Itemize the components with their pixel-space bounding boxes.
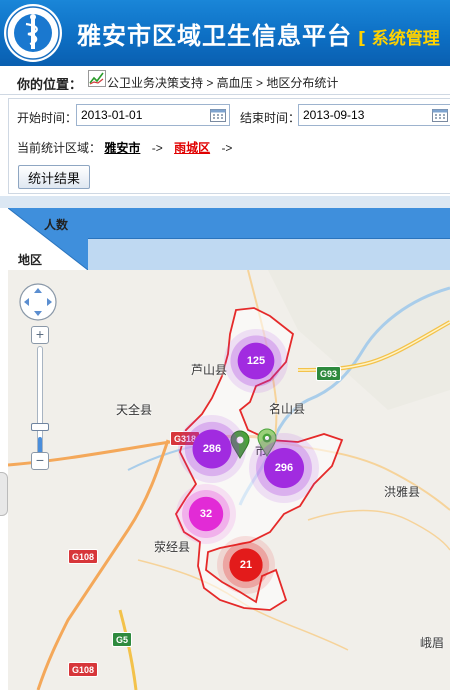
cluster-marker[interactable]: 32 bbox=[176, 484, 236, 544]
cluster-count: 125 bbox=[246, 355, 266, 367]
header-row-top bbox=[88, 208, 450, 239]
end-date-label: 结束时间： bbox=[240, 111, 301, 125]
place-lushan: 芦山县 bbox=[191, 363, 228, 377]
filter-panel: 开始时间： 结束时间： 当前统计区域： 雅安市 -> 雨城区 -> 统计结果 bbox=[8, 98, 450, 194]
region-path: 当前统计区域： 雅安市 -> 雨城区 -> bbox=[17, 139, 232, 156]
zoom-out-button[interactable]: − bbox=[31, 452, 49, 470]
road-g108-shield: G108 bbox=[68, 662, 99, 677]
region-label: 当前统计区域： bbox=[17, 141, 102, 155]
start-date-input[interactable] bbox=[76, 104, 230, 126]
cluster-count: 32 bbox=[199, 508, 213, 520]
header-region: 地区 bbox=[18, 253, 43, 267]
sidebar-toggle-handle[interactable] bbox=[0, 472, 8, 516]
start-date-label: 开始时间： bbox=[17, 111, 78, 125]
breadcrumb: 你的位置： 公卫业务决策支持 > 高血压 > 地区分布统计 bbox=[0, 66, 450, 95]
header-count: 人数 bbox=[44, 218, 69, 232]
cluster-count: 296 bbox=[274, 462, 294, 474]
map-base bbox=[8, 270, 450, 690]
cluster-marker[interactable]: 125 bbox=[224, 329, 288, 393]
chart-icon bbox=[88, 70, 106, 87]
cluster-marker[interactable]: 286 bbox=[178, 415, 246, 483]
divider bbox=[0, 196, 450, 208]
zoom-slider-thumb[interactable] bbox=[31, 423, 49, 432]
breadcrumb-path[interactable]: 公卫业务决策支持 > 高血压 > 地区分布统计 bbox=[107, 74, 338, 91]
pan-control[interactable] bbox=[18, 282, 58, 322]
table-corner-cell: 人数 地区 bbox=[8, 208, 88, 270]
system-admin-link[interactable]: [ 系统管理 bbox=[358, 24, 440, 49]
zoom-slider-track[interactable] bbox=[37, 346, 43, 464]
cluster-marker[interactable]: 21 bbox=[217, 536, 275, 594]
health-org-emblem-icon bbox=[4, 4, 62, 62]
road-g108-shield: G108 bbox=[68, 549, 99, 564]
road-g93-shield: G93 bbox=[316, 366, 342, 381]
cluster-count: 21 bbox=[239, 559, 253, 571]
place-mingshan: 名山县 bbox=[269, 402, 306, 416]
road-g5-shield: G5 bbox=[112, 632, 133, 647]
place-hongya: 洪雅县 bbox=[384, 485, 421, 499]
calendar-icon[interactable] bbox=[210, 108, 226, 122]
cluster-count: 286 bbox=[202, 443, 222, 455]
calendar-icon[interactable] bbox=[432, 108, 448, 122]
region-city-link[interactable]: 雅安市 bbox=[104, 141, 140, 155]
header-row-bottom bbox=[88, 239, 450, 270]
region-district-link[interactable]: 雨城区 bbox=[174, 141, 210, 155]
stats-table-header: 人数 地区 bbox=[8, 208, 450, 270]
place-tianquan: 天全县 bbox=[116, 403, 153, 417]
app-header: 雅安市区域卫生信息平台 [ 系统管理 bbox=[0, 0, 450, 66]
end-date-input[interactable] bbox=[298, 104, 450, 126]
region-separator: -> bbox=[151, 141, 163, 155]
breadcrumb-label: 你的位置： bbox=[17, 77, 83, 92]
region-separator: -> bbox=[221, 141, 233, 155]
map-view[interactable]: 芦山县 天全县 名山县 市 洪雅县 荥经县 峨眉 G93 G318 G108 G… bbox=[8, 270, 450, 690]
app-title: 雅安市区域卫生信息平台 bbox=[77, 22, 352, 50]
place-ebian: 峨眉 bbox=[420, 636, 445, 650]
stat-results-button[interactable]: 统计结果 bbox=[18, 165, 90, 189]
place-yingjing: 荥经县 bbox=[154, 540, 191, 554]
cluster-marker[interactable]: 296 bbox=[249, 433, 319, 503]
zoom-in-button[interactable]: + bbox=[31, 326, 49, 344]
